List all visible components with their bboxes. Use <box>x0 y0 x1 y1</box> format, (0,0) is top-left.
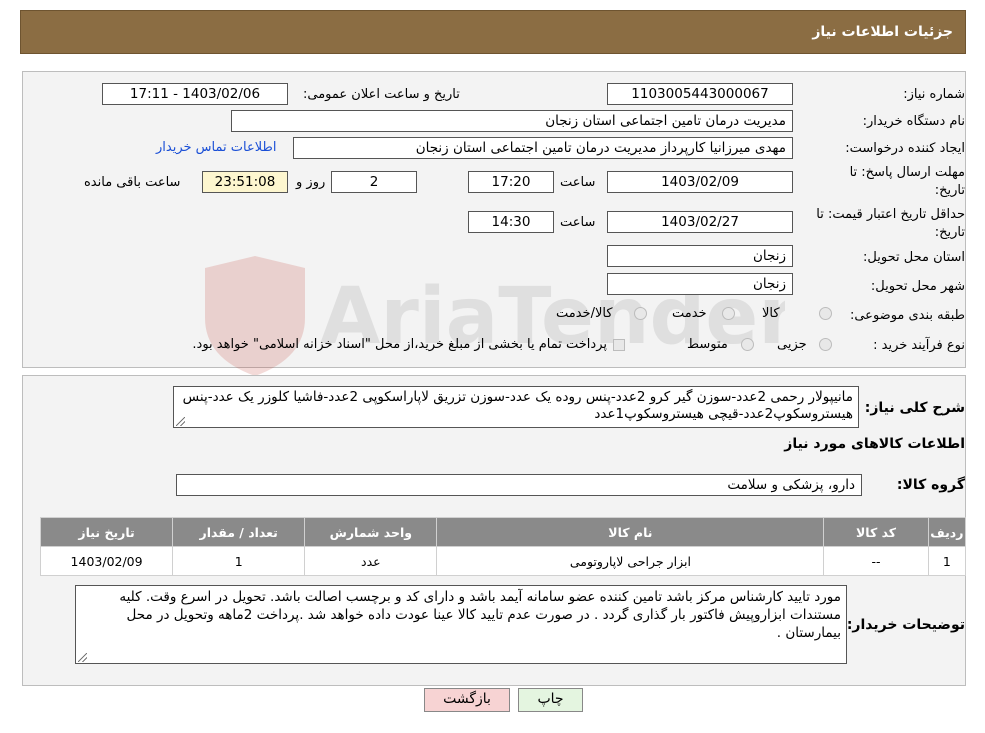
treasury-payment-note: پرداخت تمام یا بخشی از مبلغ خرید،از محل … <box>192 337 607 352</box>
cell-date: 1403/02/09 <box>39 546 174 576</box>
items-table-wrap: ردیف کد کالا نام کالا واحد شمارش تعداد /… <box>39 517 967 576</box>
category-label: طبقه بندی موضوعی: <box>849 308 965 323</box>
remaining-time-field[interactable]: 23:51:08 <box>202 171 288 193</box>
treasury-payment-checkbox[interactable] <box>613 339 625 351</box>
items-table: ردیف کد کالا نام کالا واحد شمارش تعداد /… <box>39 517 967 576</box>
cell-row-number: 1 <box>927 546 967 576</box>
summary-textarea[interactable]: مانیپولار رحمی 2عدد-سوزن گیر کرو 2عدد-پن… <box>173 386 859 428</box>
category-radio-goods[interactable] <box>819 307 832 320</box>
process-label: نوع فرآیند خرید : <box>873 338 965 353</box>
resize-handle-icon[interactable] <box>78 653 87 662</box>
buyer-org-field[interactable]: مدیریت درمان تامین اجتماعی استان زنجان <box>231 110 793 132</box>
col-header-unit: واحد شمارش <box>304 517 438 547</box>
deadline-time-field[interactable]: 17:20 <box>468 171 554 193</box>
creator-label: ایجاد کننده درخواست: <box>845 141 965 156</box>
process-option-medium: متوسط <box>687 337 728 352</box>
remaining-time-label: ساعت باقی مانده <box>84 175 181 190</box>
announce-datetime-field[interactable]: 1403/02/06 - 17:11 <box>102 83 288 105</box>
cell-code: -- <box>823 546 929 576</box>
need-number-label: شماره نیاز: <box>903 87 965 102</box>
deadline-time-label: ساعت <box>560 175 596 190</box>
cell-name: ابزار جراحی لاپاروتومی <box>436 546 825 576</box>
col-header-date: تاریخ نیاز <box>39 517 174 547</box>
creator-field[interactable]: مهدی میرزانیا کارپرداز مدیریت درمان تامی… <box>293 137 793 159</box>
deadline-date-field[interactable]: 1403/02/09 <box>607 171 793 193</box>
deadline-label: مهلت ارسال پاسخ: تا تاریخ: <box>849 165 965 198</box>
category-option-goods-service: کالا/خدمت <box>556 306 613 321</box>
validity-time-label: ساعت <box>560 215 596 230</box>
buyer-contact-link[interactable]: اطلاعات تماس خریدار <box>156 140 276 155</box>
summary-label: شرح کلی نیاز: <box>864 400 965 416</box>
category-option-goods: کالا <box>762 306 780 321</box>
validity-date-field[interactable]: 1403/02/27 <box>607 211 793 233</box>
page-header: جزئیات اطلاعات نیاز <box>20 10 966 54</box>
goods-info-title: اطلاعات کالاهای مورد نیاز <box>784 436 965 452</box>
province-field[interactable]: زنجان <box>607 245 793 267</box>
goods-group-field[interactable]: دارو، پزشکی و سلامت <box>176 474 862 496</box>
province-label: استان محل تحویل: <box>863 250 965 265</box>
page-title: جزئیات اطلاعات نیاز <box>812 24 953 40</box>
summary-text: مانیپولار رحمی 2عدد-سوزن گیر کرو 2عدد-پن… <box>182 389 853 422</box>
category-radio-service[interactable] <box>722 307 735 320</box>
col-header-row-number: ردیف <box>927 517 967 547</box>
back-button[interactable]: بازگشت <box>424 688 510 712</box>
buyer-notes-textarea[interactable]: مورد تایید کارشناس مرکز باشد تامین کننده… <box>75 585 847 664</box>
process-radio-minor[interactable] <box>819 338 832 351</box>
buyer-org-label: نام دستگاه خریدار: <box>862 114 965 129</box>
cell-quantity: 1 <box>172 546 306 576</box>
goods-group-label: گروه کالا: <box>896 477 965 493</box>
days-label: روز و <box>296 175 326 190</box>
category-radio-goods-service[interactable] <box>634 307 647 320</box>
days-remaining-field[interactable]: 2 <box>331 171 417 193</box>
print-button[interactable]: چاپ <box>518 688 583 712</box>
city-label: شهر محل تحویل: <box>870 279 965 294</box>
resize-handle-icon[interactable] <box>176 417 185 426</box>
validity-label: حداقل تاریخ اعتبار قیمت: تا تاریخ: <box>816 207 965 240</box>
col-header-name: نام کالا <box>436 517 825 547</box>
process-option-minor: جزیی <box>777 337 807 352</box>
table-row[interactable]: 1 -- ابزار جراحی لاپاروتومی عدد 1 1403/0… <box>39 546 967 576</box>
validity-time-field[interactable]: 14:30 <box>468 211 554 233</box>
need-number-field[interactable]: 1103005443000067 <box>607 83 793 105</box>
announce-label: تاریخ و ساعت اعلان عمومی: <box>303 87 460 102</box>
buyer-notes-label: توضیحات خریدار: <box>846 617 965 633</box>
table-header-row: ردیف کد کالا نام کالا واحد شمارش تعداد /… <box>39 517 967 547</box>
cell-unit: عدد <box>304 546 438 576</box>
process-radio-medium[interactable] <box>741 338 754 351</box>
category-option-service: خدمت <box>672 306 707 321</box>
col-header-quantity: تعداد / مقدار <box>172 517 306 547</box>
buyer-notes-text: مورد تایید کارشناس مرکز باشد تامین کننده… <box>119 589 841 641</box>
city-field[interactable]: زنجان <box>607 273 793 295</box>
col-header-code: کد کالا <box>823 517 929 547</box>
